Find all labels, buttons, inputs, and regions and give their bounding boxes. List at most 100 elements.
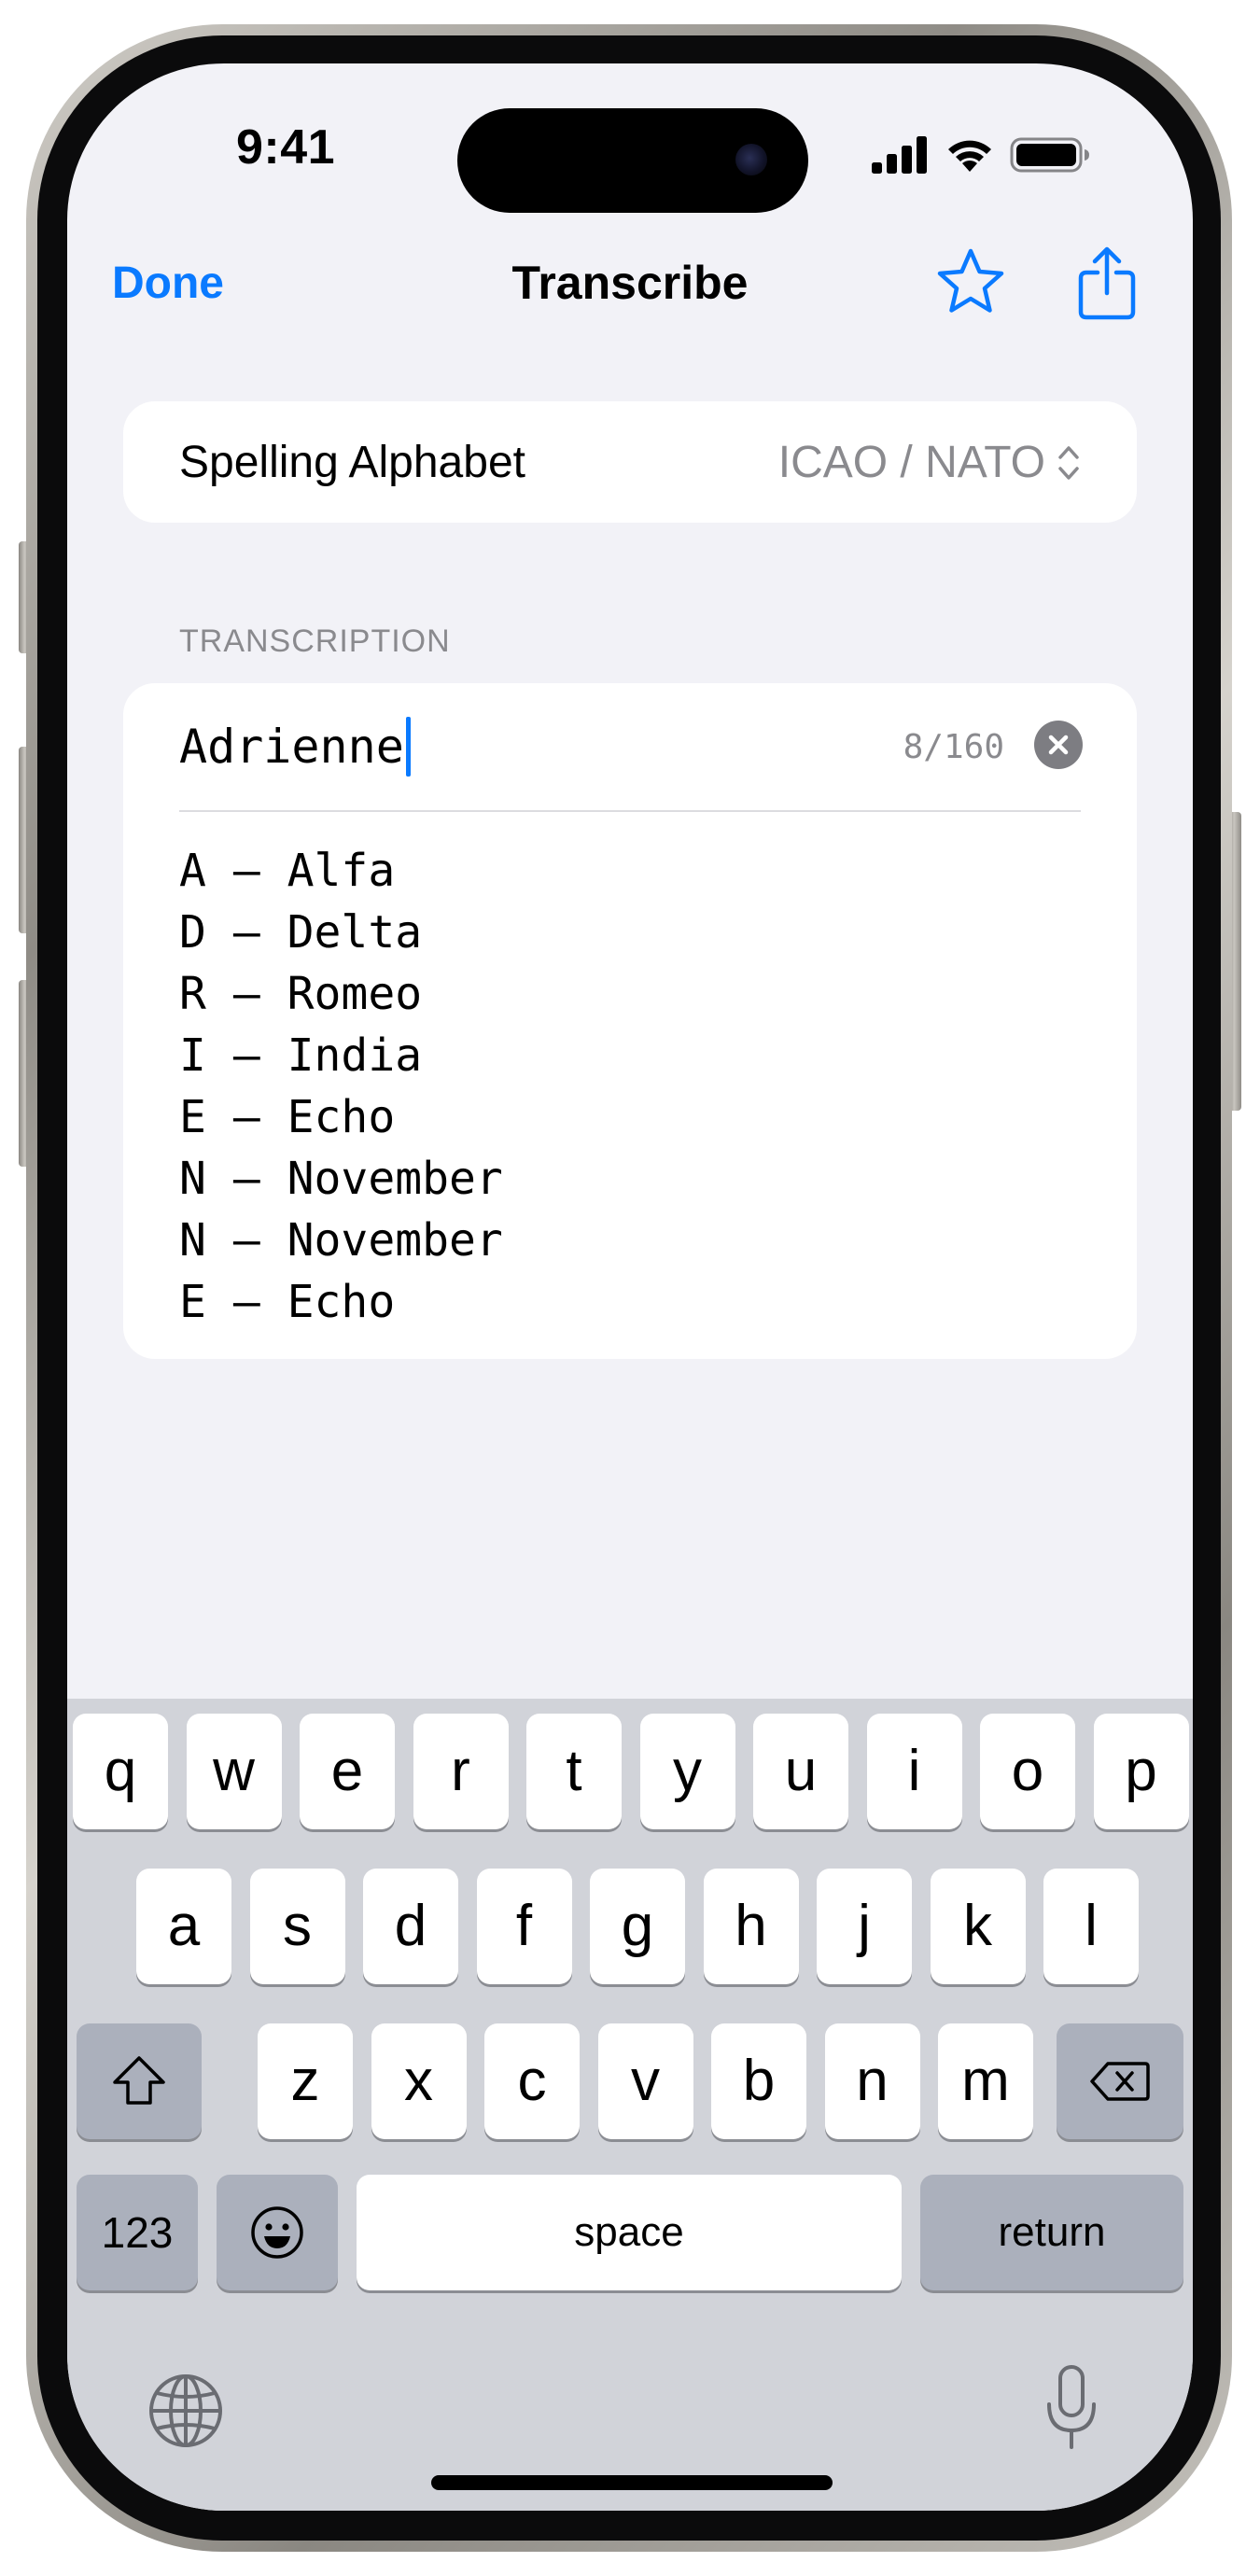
- key-a[interactable]: a: [136, 1869, 231, 1984]
- shift-icon: [113, 2056, 165, 2105]
- line-dash: —: [232, 906, 260, 959]
- alphabet-label: Spelling Alphabet: [179, 438, 525, 487]
- numbers-key[interactable]: 123: [77, 2175, 198, 2290]
- line-letter: E: [179, 1091, 206, 1143]
- key-label: s: [283, 1894, 312, 1958]
- key-q[interactable]: q: [73, 1714, 168, 1829]
- divider: [179, 810, 1081, 812]
- key-i[interactable]: i: [866, 1714, 962, 1829]
- transcription-line: R — Romeo: [179, 963, 503, 1025]
- section-header-transcription: TRANSCRIPTION: [179, 623, 451, 659]
- delete-key[interactable]: [1057, 2023, 1183, 2139]
- favorite-button[interactable]: [935, 246, 1006, 317]
- key-label: f: [515, 1894, 533, 1958]
- key-w[interactable]: w: [186, 1714, 282, 1829]
- key-label: d: [394, 1894, 427, 1958]
- cellular-signal-icon: [872, 136, 927, 174]
- alphabet-value: ICAO / NATO: [777, 438, 1045, 487]
- key-j[interactable]: j: [817, 1869, 912, 1984]
- alphabet-selector-row[interactable]: Spelling Alphabet ICAO / NATO: [123, 401, 1137, 523]
- numbers-key-label: 123: [101, 2208, 174, 2257]
- key-label: l: [1085, 1894, 1098, 1958]
- key-t[interactable]: t: [526, 1714, 622, 1829]
- line-word: November: [287, 1153, 503, 1205]
- share-button[interactable]: [1075, 246, 1139, 321]
- key-label: e: [330, 1739, 364, 1803]
- line-word: Romeo: [287, 968, 423, 1020]
- key-label: n: [856, 2049, 889, 2113]
- key-o[interactable]: o: [980, 1714, 1075, 1829]
- key-p[interactable]: p: [1093, 1714, 1189, 1829]
- line-letter: D: [179, 906, 206, 959]
- key-r[interactable]: r: [413, 1714, 509, 1829]
- dictation-button[interactable]: [1043, 2363, 1099, 2453]
- key-m[interactable]: m: [938, 2023, 1033, 2139]
- wifi-icon: [948, 140, 991, 172]
- key-label: m: [961, 2049, 1010, 2113]
- line-word: Delta: [287, 906, 423, 959]
- key-label: u: [784, 1739, 818, 1803]
- key-b[interactable]: b: [711, 2023, 806, 2139]
- line-dash: —: [232, 1214, 260, 1267]
- line-dash: —: [232, 1091, 260, 1143]
- share-icon: [1078, 246, 1136, 320]
- line-letter: I: [179, 1029, 206, 1082]
- key-u[interactable]: u: [753, 1714, 848, 1829]
- key-c[interactable]: c: [484, 2023, 580, 2139]
- space-key[interactable]: space: [357, 2175, 902, 2290]
- emoji-key[interactable]: [217, 2175, 338, 2290]
- status-icons: [872, 134, 1090, 175]
- key-label: t: [566, 1739, 582, 1803]
- line-dash: —: [232, 1276, 260, 1328]
- transcription-line: A — Alfa: [179, 840, 503, 902]
- key-label: p: [1125, 1739, 1157, 1803]
- key-label: q: [104, 1739, 137, 1803]
- transcription-line: N — November: [179, 1148, 503, 1210]
- page-title: Transcribe: [511, 257, 749, 309]
- clear-icon: [1048, 735, 1069, 755]
- star-outline-icon: [937, 248, 1004, 313]
- line-dash: —: [232, 1153, 260, 1205]
- transcription-line: N — November: [179, 1210, 503, 1271]
- chevron-up-down-icon: [1058, 445, 1079, 480]
- camera-lens: [735, 144, 767, 175]
- key-e[interactable]: e: [300, 1714, 395, 1829]
- home-indicator: [431, 2475, 833, 2490]
- key-k[interactable]: k: [930, 1869, 1026, 1984]
- key-x[interactable]: x: [371, 2023, 467, 2139]
- globe-icon: [149, 2374, 222, 2447]
- key-label: y: [673, 1739, 702, 1803]
- key-f[interactable]: f: [476, 1869, 572, 1984]
- shift-key[interactable]: [77, 2023, 202, 2139]
- key-z[interactable]: z: [258, 2023, 353, 2139]
- keyboard: 123 space return q w e r t y u i o p a s…: [67, 1699, 1193, 2511]
- key-h[interactable]: h: [703, 1869, 799, 1984]
- key-label: g: [621, 1894, 654, 1958]
- key-g[interactable]: g: [590, 1869, 685, 1984]
- emoji-icon: [251, 2206, 303, 2259]
- globe-button[interactable]: [147, 2373, 224, 2449]
- battery-icon: [1010, 137, 1089, 173]
- line-dash: —: [232, 968, 260, 1020]
- key-s[interactable]: s: [249, 1869, 345, 1984]
- key-label: o: [1011, 1739, 1044, 1803]
- key-label: r: [451, 1739, 470, 1803]
- transcription-input[interactable]: Adrienne: [179, 717, 411, 777]
- key-n[interactable]: n: [824, 2023, 920, 2139]
- alphabet-picker[interactable]: ICAO / NATO: [778, 437, 1081, 488]
- transcription-line: D — Delta: [179, 902, 503, 963]
- text-caret: [405, 717, 411, 777]
- return-key[interactable]: return: [920, 2175, 1183, 2290]
- clear-button[interactable]: [1034, 721, 1083, 769]
- transcription-line: E — Echo: [179, 1271, 503, 1333]
- line-letter: N: [179, 1214, 206, 1267]
- key-y[interactable]: y: [639, 1714, 735, 1829]
- key-v[interactable]: v: [597, 2023, 693, 2139]
- line-letter: R: [179, 968, 206, 1020]
- key-d[interactable]: d: [363, 1869, 458, 1984]
- page: 9:41 Done Transcribe Spelling Alphabet I…: [0, 0, 1260, 2576]
- transcription-card: Adrienne 8/160 A — Alfa D — Delta R — Rome…: [123, 683, 1137, 1359]
- line-letter: N: [179, 1153, 206, 1205]
- key-l[interactable]: l: [1043, 1869, 1139, 1984]
- line-letter: E: [179, 1276, 206, 1328]
